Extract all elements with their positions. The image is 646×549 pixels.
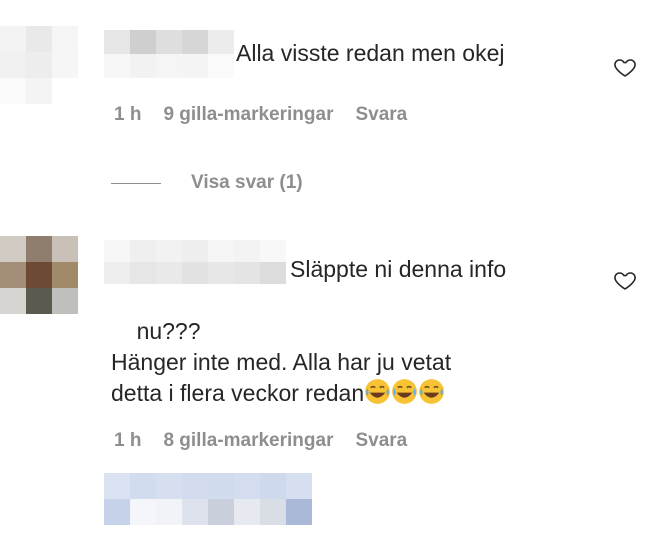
avatar[interactable]: [0, 26, 78, 104]
likes-count[interactable]: 8 gilla-markeringar: [163, 430, 333, 452]
face-with-tears-of-joy-icon: [365, 379, 391, 404]
next-comment-username[interactable]: [104, 473, 312, 525]
view-replies-button[interactable]: Visa svar (1): [111, 172, 303, 194]
likes-count[interactable]: 9 gilla-markeringar: [163, 104, 333, 126]
comment-item: Släppte ni denna info nu??? Hänger inte …: [0, 200, 646, 460]
comment-meta: 1 h 8 gilla-markeringar Svara: [114, 430, 407, 452]
like-heart-icon[interactable]: [612, 268, 638, 292]
username-link[interactable]: [104, 240, 286, 284]
reply-button[interactable]: Svara: [355, 104, 407, 126]
reply-button[interactable]: Svara: [355, 430, 407, 452]
comment-text-first-line: Släppte ni denna info: [290, 256, 507, 282]
replies-divider-line: [111, 182, 161, 184]
comment-text: Alla visste redan men okej: [236, 40, 505, 66]
view-replies-label[interactable]: Visa svar (1): [191, 172, 303, 194]
comment-item: Alla visste redan men okej 1 h 9 gilla-m…: [0, 0, 646, 200]
face-with-tears-of-joy-icon: [419, 379, 445, 404]
face-with-tears-of-joy-icon: [392, 379, 418, 404]
like-heart-icon[interactable]: [612, 55, 638, 79]
comment-meta: 1 h 9 gilla-markeringar Svara: [114, 104, 407, 126]
comment-time: 1 h: [114, 104, 142, 125]
comment-time: 1 h: [114, 430, 142, 451]
avatar[interactable]: [0, 236, 78, 314]
username-link[interactable]: [104, 30, 234, 78]
comment-text: nu??? Hänger inte med. Alla har ju vetat…: [111, 285, 581, 440]
